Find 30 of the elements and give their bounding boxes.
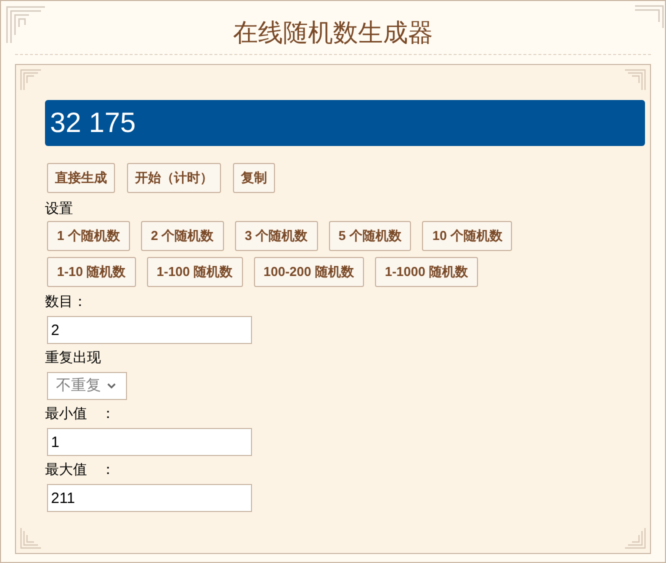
input-field[interactable]: 2 (47, 316, 252, 344)
preset-button[interactable]: 5 个随机数 (328, 221, 412, 251)
corner-ornament-icon (20, 527, 42, 549)
preset-button[interactable]: 100-200 随机数 (254, 257, 364, 287)
corner-ornament-icon (624, 527, 646, 549)
corner-ornament-icon (635, 5, 664, 28)
preset-button[interactable]: 3 个随机数 (234, 221, 318, 251)
result-display: 32 175 (45, 100, 645, 146)
page-title: 在线随机数生成器 (15, 1, 651, 55)
corner-ornament-icon (5, 5, 45, 45)
field-label: 数目： (45, 292, 88, 310)
input-field[interactable]: 211 (47, 484, 252, 512)
preset-button[interactable]: 1-1000 随机数 (374, 257, 478, 287)
preset-button[interactable]: 2 个随机数 (140, 221, 224, 251)
action-button[interactable]: 复制 (233, 163, 275, 193)
field-label: 最大值 ： (45, 460, 116, 478)
preset-button[interactable]: 1 个随机数 (47, 221, 130, 251)
preset-button[interactable]: 1-10 随机数 (47, 257, 136, 287)
field-label: 重复出现 (45, 348, 102, 366)
action-button[interactable]: 开始（计时） (127, 163, 221, 193)
input-field[interactable]: 1 (47, 428, 252, 456)
corner-ornament-icon (624, 69, 646, 91)
field-label: 最小值 ： (45, 404, 116, 422)
corner-ornament-icon (20, 69, 42, 91)
preset-button[interactable]: 10 个随机数 (422, 221, 512, 251)
preset-button[interactable]: 1-100 随机数 (146, 257, 243, 287)
chevron-down-icon (107, 383, 116, 389)
settings-label: 设置 (45, 199, 74, 217)
repeat-dropdown[interactable]: 不重复 (47, 372, 127, 400)
action-button[interactable]: 直接生成 (47, 163, 115, 193)
